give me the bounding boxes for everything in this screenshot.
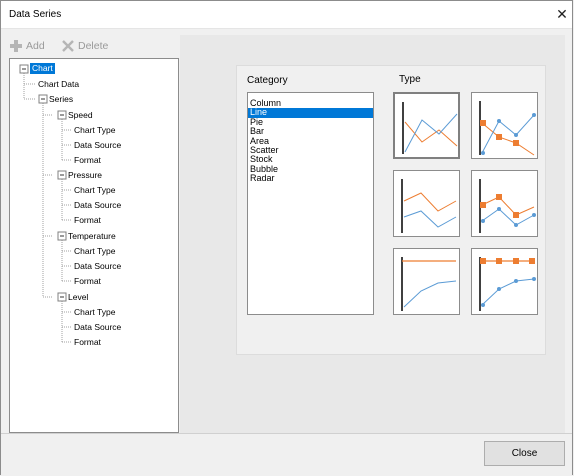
close-icon[interactable]: ✕ — [554, 6, 570, 22]
series-tree[interactable]: Chart Chart Data Series Speed Chart Type… — [9, 58, 179, 433]
delete-button[interactable]: Delete — [61, 37, 108, 55]
tree-node-level-chart-type[interactable]: Chart Type — [74, 307, 115, 318]
tree-node-temperature-format[interactable]: Format — [74, 276, 101, 287]
tree-node-speed-data-source[interactable]: Data Source — [74, 140, 121, 151]
add-label: Add — [26, 40, 45, 52]
stacked-line-markers-thumbnail[interactable] — [471, 170, 538, 237]
tree-node-series[interactable]: Series — [49, 94, 73, 105]
chart-type-panel: Category Type Column Line Pie Bar Area S… — [180, 35, 565, 433]
tree-node-pressure-chart-type[interactable]: Chart Type — [74, 185, 115, 196]
line-with-markers-thumbnail[interactable] — [471, 92, 538, 159]
category-label: Category — [247, 75, 288, 86]
data-series-dialog: Data Series ✕ Add Delete Chart Chart Dat… — [0, 0, 573, 476]
add-button[interactable]: Add — [9, 37, 45, 55]
stacked-line-markers-icon — [479, 179, 536, 233]
delete-label: Delete — [78, 40, 109, 52]
close-button[interactable]: Close — [484, 441, 565, 466]
chart-type-groupbox: Category Type Column Line Pie Bar Area S… — [236, 65, 546, 355]
tree-node-speed[interactable]: Speed — [68, 110, 93, 121]
stacked-line-icon — [401, 179, 457, 233]
percent-stacked-line-icon — [401, 257, 457, 311]
percent-stacked-markers-icon — [479, 257, 536, 311]
tree-node-pressure[interactable]: Pressure — [68, 170, 102, 181]
category-item-line[interactable]: Line — [248, 107, 373, 118]
line-with-markers-icon — [479, 101, 536, 156]
tree-node-chart-data[interactable]: Chart Data — [38, 79, 79, 90]
plus-icon — [10, 40, 22, 52]
category-item-radar[interactable]: Radar — [248, 173, 373, 183]
tree-node-temperature-data-source[interactable]: Data Source — [74, 261, 121, 272]
stacked-line-thumbnail[interactable] — [393, 170, 460, 237]
delete-x-icon — [62, 40, 74, 52]
tree-node-speed-chart-type[interactable]: Chart Type — [74, 125, 115, 136]
category-listbox[interactable]: Column Line Pie Bar Area Scatter Stock B… — [247, 92, 374, 315]
title-bar: Data Series ✕ — [1, 1, 572, 29]
tree-node-level-format[interactable]: Format — [74, 337, 101, 348]
tree-node-level[interactable]: Level — [68, 292, 88, 303]
category-item-pie[interactable]: Pie — [248, 117, 373, 127]
tree-node-temperature-chart-type[interactable]: Chart Type — [74, 246, 115, 257]
tree-node-temperature[interactable]: Temperature — [68, 231, 116, 242]
percent-stacked-line-thumbnail[interactable] — [393, 248, 460, 315]
percent-stacked-markers-thumbnail[interactable] — [471, 248, 538, 315]
type-label: Type — [399, 74, 421, 85]
tree-node-speed-format[interactable]: Format — [74, 155, 101, 166]
line-chart-thumbnail[interactable] — [393, 92, 460, 159]
tree-node-pressure-format[interactable]: Format — [74, 215, 101, 226]
window-title: Data Series — [9, 9, 62, 20]
tree-node-pressure-data-source[interactable]: Data Source — [74, 200, 121, 211]
tree-node-chart[interactable]: Chart — [30, 63, 55, 74]
line-chart-icon — [402, 102, 458, 154]
tree-node-level-data-source[interactable]: Data Source — [74, 322, 121, 333]
